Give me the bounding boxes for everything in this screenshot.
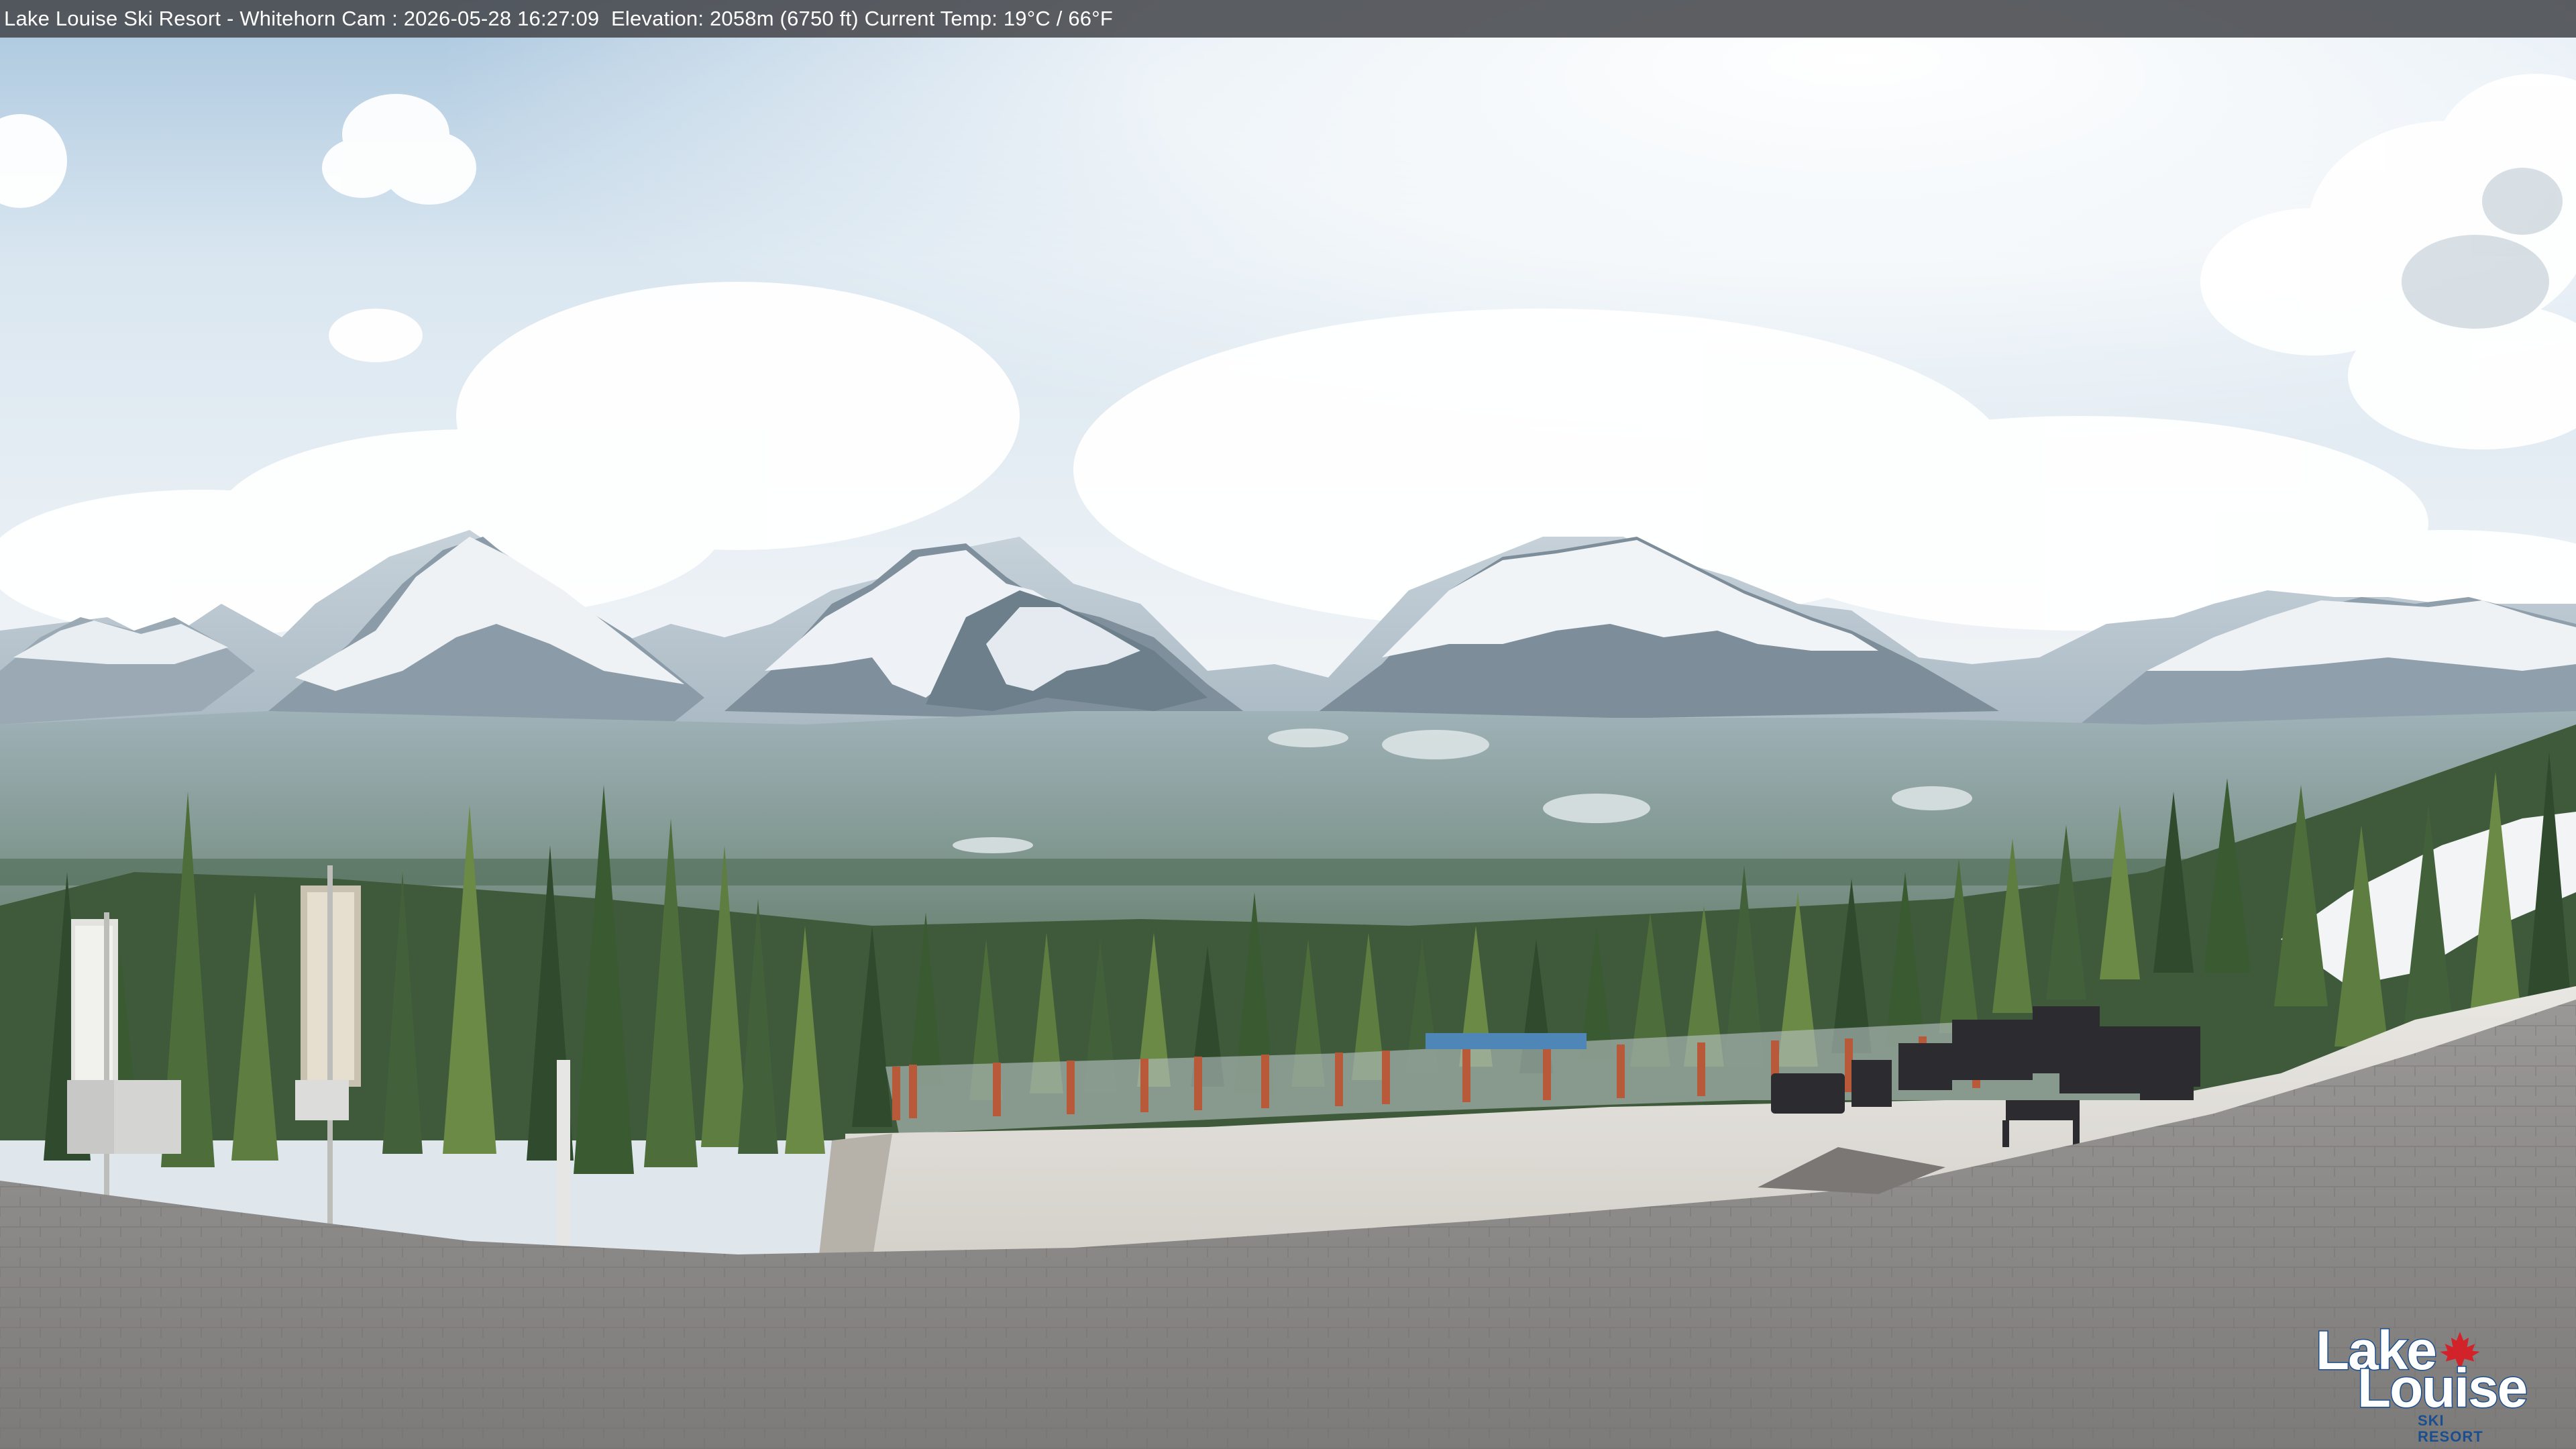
webcam-view: Lake Louise Ski Resort - Whitehorn Cam :…: [0, 0, 2576, 1449]
railing-post: [993, 1063, 1001, 1116]
camera-info-bar: Lake Louise Ski Resort - Whitehorn Cam :…: [0, 0, 2576, 38]
railing-post: [1140, 1059, 1148, 1112]
railing-post: [1697, 1042, 1705, 1096]
railing-post: [1194, 1057, 1202, 1110]
railing-post: [1261, 1055, 1269, 1108]
railing-post: [1543, 1046, 1551, 1100]
railing-post: [1335, 1053, 1343, 1106]
lake-louise-logo: Lake Louise SKI RESORT: [2310, 1322, 2529, 1445]
railing-post: [909, 1065, 917, 1118]
railing-post: [1382, 1051, 1390, 1104]
webcam-scene: [0, 0, 2576, 1449]
logo-word-louise: Louise: [2356, 1358, 2528, 1419]
railing-post: [1462, 1049, 1470, 1102]
camera-info-text: Lake Louise Ski Resort - Whitehorn Cam :…: [4, 7, 1113, 30]
railing-post: [892, 1067, 900, 1120]
railing-post: [1067, 1061, 1075, 1114]
railing-post: [1617, 1044, 1625, 1098]
logo-subtitle: SKI RESORT: [2418, 1412, 2483, 1445]
